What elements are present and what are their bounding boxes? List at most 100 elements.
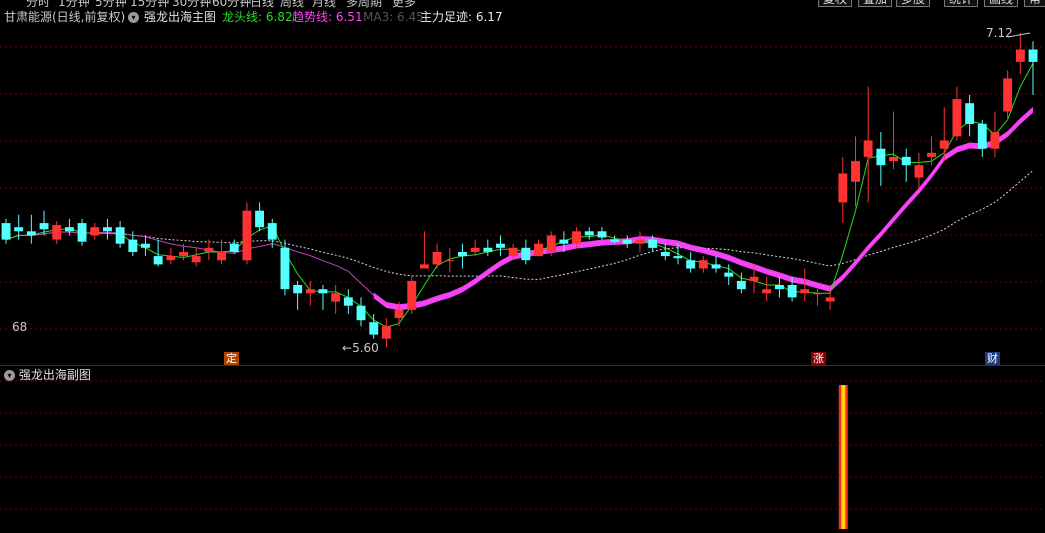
candle-body	[77, 223, 87, 242]
candle-body	[977, 123, 987, 149]
candle-body	[660, 252, 670, 257]
cai-marker: 财	[985, 352, 1000, 365]
candle-body	[115, 227, 125, 244]
candle-body	[128, 239, 138, 252]
period-tab[interactable]: 周线	[280, 0, 304, 8]
candle-body	[597, 231, 607, 238]
candle-body	[280, 247, 290, 290]
candle-body	[39, 223, 49, 230]
candle-body	[622, 239, 632, 244]
candle-body	[1015, 49, 1025, 62]
candle-body	[179, 252, 188, 257]
candle-body	[901, 156, 911, 166]
toolbar-button[interactable]: 画线	[984, 0, 1019, 7]
candle-body	[648, 239, 658, 248]
period-tab[interactable]: 更多	[392, 0, 416, 8]
candle-body	[952, 99, 962, 137]
candle-body	[432, 252, 442, 265]
candle-body	[927, 152, 936, 157]
toolbar-button[interactable]: 帮	[1024, 0, 1045, 7]
candle-body	[584, 231, 594, 236]
period-tab[interactable]: 15分钟	[130, 0, 169, 8]
period-tab[interactable]: 日线	[250, 0, 274, 8]
candle-body	[635, 239, 645, 244]
candle-body	[267, 223, 277, 240]
candle-body	[26, 231, 36, 236]
indicator-settings-icon[interactable]: ▾	[128, 9, 139, 25]
toolbar-button[interactable]: 统计	[944, 0, 979, 7]
period-tab[interactable]: 30分钟	[172, 0, 211, 8]
price-axis-label: 68	[12, 320, 28, 334]
candle-body	[65, 227, 74, 232]
candle-body	[711, 264, 721, 269]
candle-body	[381, 326, 391, 339]
candle-body	[724, 272, 734, 277]
candle-body	[559, 239, 569, 244]
candle-body	[191, 256, 201, 263]
sub-chart[interactable]	[0, 367, 1045, 533]
toolbar-button[interactable]: 叠加	[858, 0, 893, 7]
trend-line	[5, 109, 1034, 308]
period-tab[interactable]: 60分钟	[212, 0, 251, 8]
ding-marker: 定	[224, 352, 239, 365]
candle-body	[305, 289, 315, 294]
main-force-label: 主力足迹: 6.17	[420, 10, 503, 24]
candle-body	[990, 132, 1000, 149]
candle-body	[458, 252, 467, 257]
candle-body	[141, 243, 150, 248]
candle-body	[825, 297, 835, 302]
main-force-band	[373, 106, 1033, 311]
high-label: 7.12	[986, 26, 1013, 40]
candle-body	[736, 280, 746, 290]
candle-body	[331, 293, 341, 302]
zhang-marker: 涨	[811, 352, 826, 365]
toolbar-button[interactable]: 多股	[896, 0, 931, 7]
candle-body	[153, 256, 163, 265]
candle-body	[407, 280, 417, 310]
candle-body	[698, 260, 708, 269]
period-toolbar: 分时 1分钟 5分钟15分钟30分钟60分钟日线周线月线 多周期 更多 复权叠加多股 统计画…	[0, 0, 1045, 8]
low-label: ←5.60	[342, 341, 379, 355]
candle-body	[293, 285, 303, 294]
candle-body	[1003, 78, 1013, 112]
candle-body	[610, 239, 620, 242]
candlestick-chart[interactable]	[0, 25, 1045, 365]
period-tab[interactable]: 1分钟	[58, 0, 90, 8]
candle-body	[521, 247, 531, 261]
signal-bar-core	[841, 385, 846, 529]
candle-body	[242, 210, 252, 261]
candle-body	[1, 223, 11, 240]
candle-body	[534, 243, 543, 257]
candle-body	[1028, 49, 1038, 62]
toolbar-button[interactable]: 复权	[818, 0, 853, 7]
candle-body	[369, 322, 379, 335]
candle-body	[343, 297, 353, 306]
candle-body	[876, 148, 886, 166]
candle-body	[787, 285, 797, 298]
candle-body	[496, 243, 505, 248]
period-tab[interactable]: 5分钟	[95, 0, 127, 8]
period-tab[interactable]: 多周期	[346, 0, 382, 8]
candle-body	[775, 285, 784, 290]
candle-body	[483, 247, 493, 252]
candle-body	[749, 276, 759, 281]
candle-body	[52, 225, 62, 240]
period-tab[interactable]: 月线	[312, 0, 336, 8]
trend-label: 趋势线: 6.51	[292, 10, 363, 24]
indicator-name[interactable]: 强龙出海主图	[144, 9, 216, 25]
candle-body	[318, 289, 328, 294]
candle-body	[572, 231, 581, 244]
candle-body	[762, 289, 772, 294]
candle-body	[470, 247, 480, 252]
candle-body	[800, 289, 810, 294]
ma3-label: MA3: 6.45	[363, 10, 424, 24]
dragon-head-label: 龙头线: 6.82	[222, 10, 293, 24]
stock-title: 甘肃能源(日线,前复权)	[4, 10, 126, 24]
candle-body	[255, 210, 264, 228]
candle-body	[420, 264, 429, 269]
candle-body	[813, 293, 822, 295]
period-tab[interactable]: 分时	[26, 0, 50, 8]
candle-body	[229, 243, 239, 252]
candle-body	[508, 247, 518, 257]
candle-body	[14, 227, 24, 232]
